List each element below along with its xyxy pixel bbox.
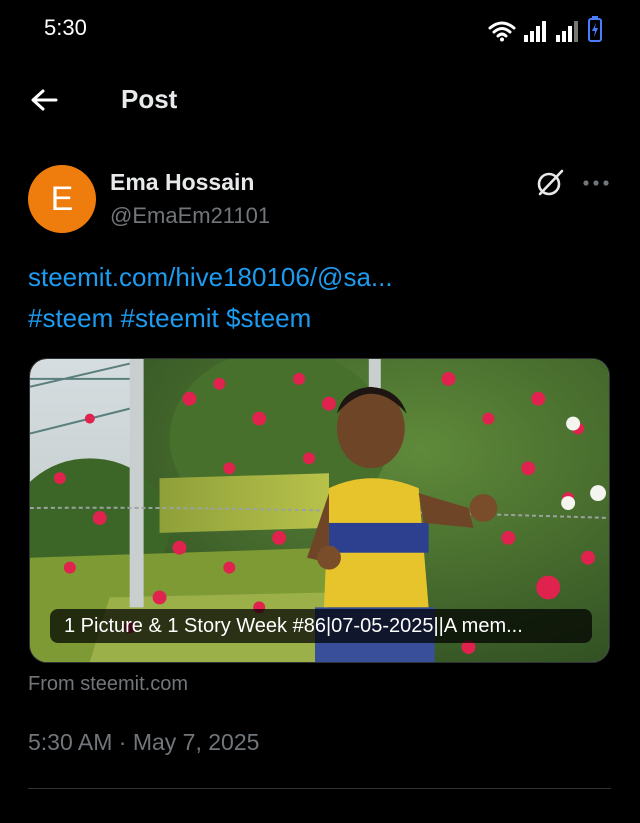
more-icon bbox=[583, 180, 609, 186]
signal-icon bbox=[556, 21, 578, 42]
card-source[interactable]: From steemit.com bbox=[28, 673, 188, 696]
more-options-button[interactable] bbox=[578, 165, 614, 201]
post-timestamp: 5:30 AM · May 7, 2025 bbox=[28, 729, 260, 755]
divider bbox=[28, 788, 611, 789]
author-name[interactable]: Ema Hossain bbox=[110, 169, 254, 196]
post-text: steemit.com/hive180106/@sa... #steem #st… bbox=[28, 257, 393, 339]
header: Post bbox=[0, 78, 640, 122]
status-bar: 5:30 bbox=[0, 0, 640, 56]
hashtag-steemit[interactable]: #steemit bbox=[121, 303, 219, 333]
hashtag-steem[interactable]: #steem bbox=[28, 303, 113, 333]
status-icons bbox=[488, 14, 602, 42]
card-caption: 1 Picture & 1 Story Week #86|07-05-2025|… bbox=[50, 609, 592, 643]
grok-icon bbox=[537, 169, 564, 196]
signal-icon bbox=[524, 21, 546, 42]
avatar-letter: E bbox=[50, 179, 74, 218]
battery-charging-icon bbox=[588, 16, 602, 42]
grok-button[interactable] bbox=[532, 165, 568, 201]
back-arrow-icon bbox=[31, 89, 58, 111]
post-link[interactable]: steemit.com/hive180106/@sa... bbox=[28, 262, 393, 292]
cashtag-steem[interactable]: $steem bbox=[226, 303, 311, 333]
avatar[interactable]: E bbox=[28, 165, 96, 233]
status-time: 5:30 bbox=[44, 15, 87, 40]
author-handle[interactable]: @EmaEm21101 bbox=[110, 203, 270, 229]
back-button[interactable] bbox=[26, 82, 62, 118]
page-title: Post bbox=[121, 84, 178, 114]
wifi-icon bbox=[488, 21, 516, 42]
link-card[interactable]: 1 Picture & 1 Story Week #86|07-05-2025|… bbox=[29, 358, 610, 663]
